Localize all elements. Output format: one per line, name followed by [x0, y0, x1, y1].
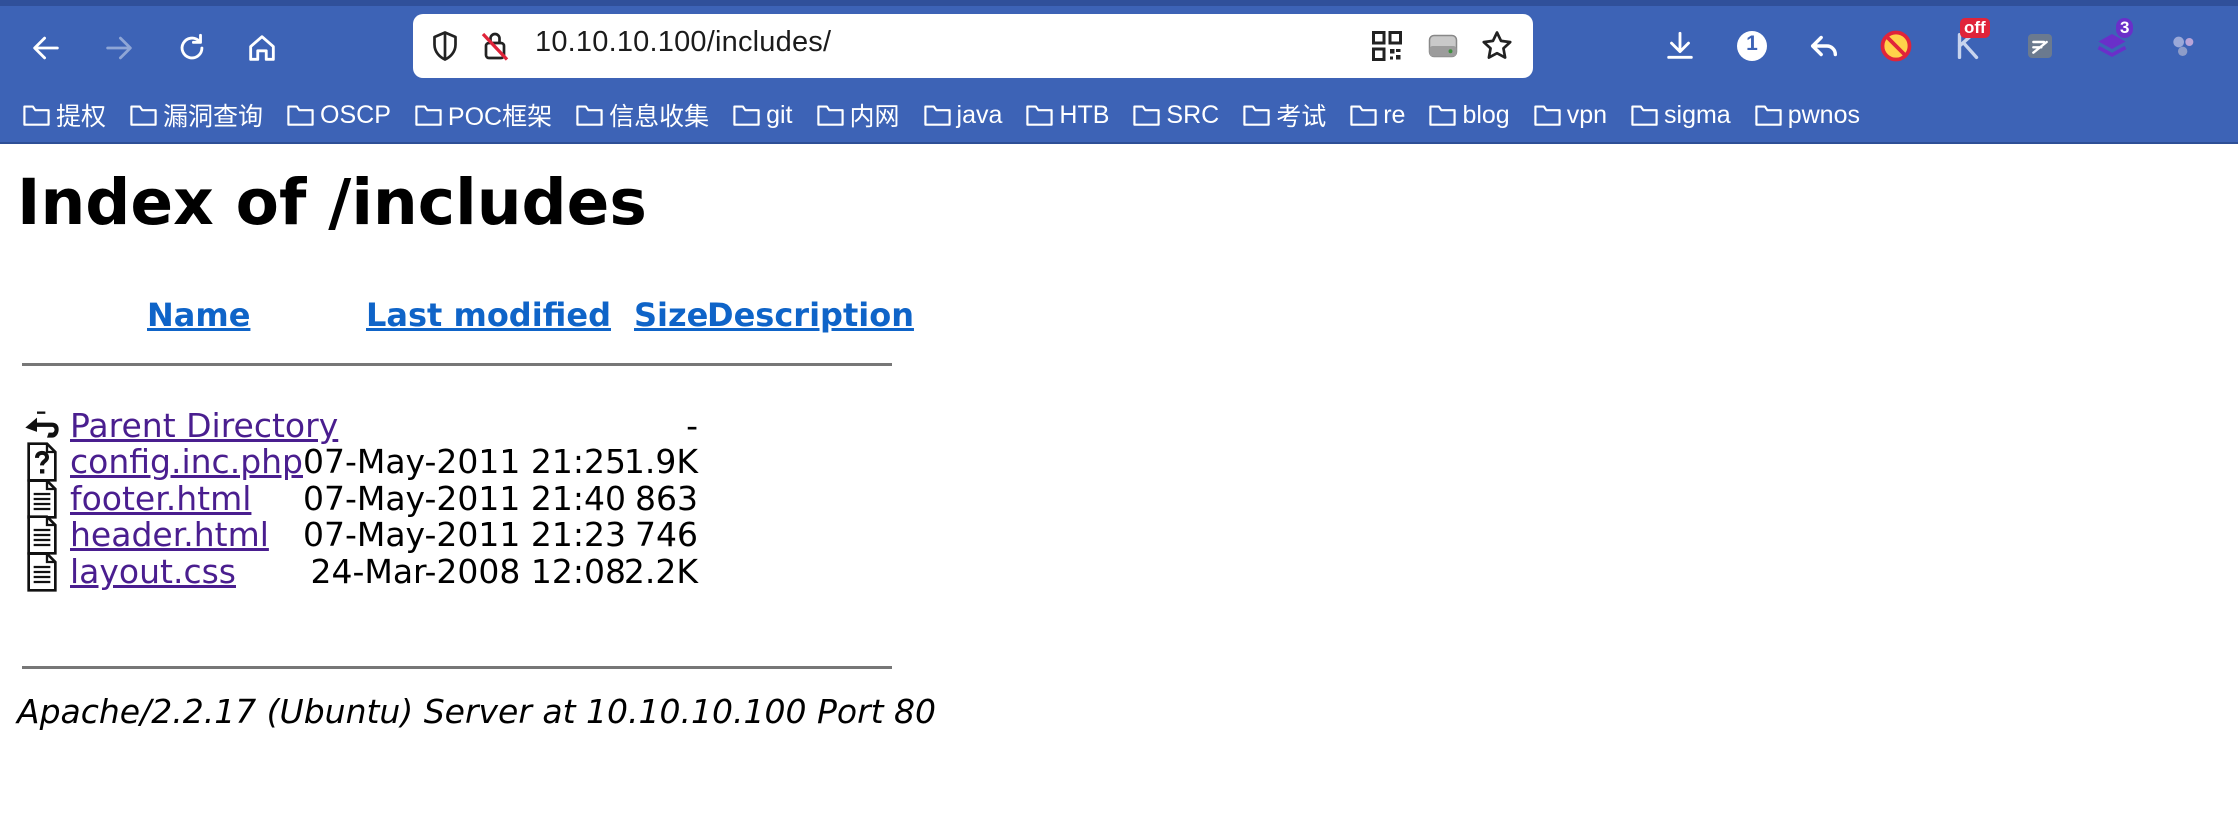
last-modified-cell: 24-Mar-2008 12:08 [310, 552, 626, 591]
bookmark-folder[interactable]: sigma [1630, 95, 1731, 135]
sort-by-name-link[interactable]: Name [147, 296, 250, 334]
folder-icon [816, 105, 844, 126]
size-cell: 2.2K [623, 552, 698, 591]
bookmark-label: re [1383, 100, 1406, 129]
bookmark-folder[interactable]: SRC [1132, 95, 1219, 135]
bookmark-label: java [956, 100, 1003, 129]
text-file-icon [22, 552, 62, 592]
block-extension-button[interactable] [1874, 24, 1918, 68]
page-title: Index of /includes [17, 166, 647, 239]
notes-icon [2028, 34, 2052, 58]
folder-icon [415, 105, 442, 126]
layers-extension-button[interactable]: 3 [2090, 18, 2134, 68]
blocked-sign-icon [1880, 30, 1912, 62]
folder-icon [23, 105, 50, 126]
server-signature: Apache/2.2.17 (Ubuntu) Server at 10.10.1… [17, 692, 937, 731]
window-top-edge [0, 0, 2238, 6]
tracking-protection-shield-icon[interactable] [427, 28, 463, 64]
bookmark-folder[interactable]: 提权 [22, 95, 106, 135]
bookmark-label: POC框架 [447, 103, 553, 131]
proxy-toggle-button[interactable]: off [1946, 18, 1990, 68]
extensions-dots-icon [2173, 36, 2194, 56]
bookmark-label: 内网 [849, 103, 900, 131]
folder-icon [576, 105, 603, 126]
bookmark-label: SRC [1166, 100, 1220, 129]
back-button[interactable] [20, 22, 72, 74]
bookmark-label: blog [1462, 100, 1510, 129]
extensions-menu-button[interactable] [2162, 24, 2206, 68]
download-icon [1667, 31, 1693, 59]
bookmark-label: 信息收集 [609, 103, 710, 131]
folder-icon [130, 105, 157, 126]
folder-icon [1755, 105, 1782, 126]
address-bar[interactable]: 10.10.10.100/includes/ [413, 14, 1533, 78]
bookmark-label: HTB [1059, 100, 1110, 129]
header-divider [22, 363, 892, 366]
reload-icon [180, 33, 204, 60]
extension-counter-button[interactable]: 1 [1730, 24, 1774, 68]
off-badge: off [1960, 18, 1990, 38]
bookmark-folder[interactable]: POC框架 [414, 95, 552, 135]
sort-by-last-modified-link[interactable]: Last modified [366, 296, 611, 334]
bookmark-folder[interactable]: HTB [1025, 95, 1109, 135]
folder-icon [1631, 105, 1658, 126]
folder-icon [733, 105, 760, 126]
folder-icon [1350, 105, 1377, 126]
arrow-right-icon [106, 36, 132, 60]
extension-counter-value: 1 [1746, 32, 1758, 55]
bookmark-label: vpn [1566, 100, 1608, 129]
bookmark-folder[interactable]: OSCP [286, 95, 391, 135]
folder-icon [1429, 105, 1457, 126]
bookmark-label: git [766, 100, 793, 129]
bookmark-star-icon[interactable] [1479, 28, 1515, 64]
table-row: layout.css 24-Mar-2008 12:08 2.2K [22, 548, 902, 596]
bookmark-folder[interactable]: 内网 [816, 95, 900, 135]
bookmark-folder[interactable]: re [1349, 95, 1405, 135]
reload-button[interactable] [166, 22, 218, 74]
undo-extension-button[interactable] [1802, 24, 1846, 68]
browser-toolbar: 10.10.10.100/includes/ 1 off 3 提权 漏洞查询 O… [0, 0, 2238, 144]
bookmark-folder[interactable]: vpn [1533, 95, 1607, 135]
footer-divider [22, 666, 892, 669]
bookmark-folder[interactable]: 漏洞查询 [129, 95, 263, 135]
sort-by-size-link[interactable]: Size [634, 296, 708, 334]
notes-extension-button[interactable] [2018, 24, 2062, 68]
forward-button[interactable] [93, 22, 145, 74]
folder-icon [1534, 105, 1561, 126]
bookmark-folder[interactable]: git [732, 95, 793, 135]
downloads-button[interactable] [1658, 24, 1702, 68]
bookmark-label: sigma [1664, 100, 1731, 129]
bookmark-label: 提权 [56, 103, 107, 131]
bookmark-label: pwnos [1787, 100, 1860, 129]
page-content: Index of /includes Name Last modified Si… [0, 144, 2238, 829]
insecure-lock-icon[interactable] [477, 28, 513, 64]
reply-arrow-icon [1810, 35, 1838, 57]
home-icon [249, 35, 275, 61]
bookmarks-toolbar: 提权 漏洞查询 OSCP POC框架 信息收集 git 内网 java HTB SRC 考试 re bl… [22, 95, 1883, 135]
bookmark-folder[interactable]: 信息收集 [575, 95, 709, 135]
bookmark-label: 漏洞查询 [163, 103, 264, 131]
url-text[interactable]: 10.10.10.100/includes/ [535, 26, 831, 59]
folder-icon [923, 105, 951, 126]
bookmark-folder[interactable]: blog [1428, 95, 1510, 135]
folder-icon [287, 105, 314, 126]
home-button[interactable] [236, 22, 288, 74]
bookmark-folder[interactable]: java [923, 95, 1003, 135]
bookmark-folder[interactable]: 考试 [1242, 95, 1326, 135]
folder-icon [1133, 105, 1161, 126]
bookmark-label: OSCP [320, 100, 391, 129]
file-link[interactable]: layout.css [70, 552, 236, 591]
storage-drive-icon[interactable] [1425, 28, 1461, 64]
folder-icon [1026, 105, 1054, 126]
arrow-left-icon [33, 36, 59, 60]
bookmark-label: 考试 [1276, 103, 1327, 131]
folder-icon [1243, 105, 1270, 126]
qr-code-icon[interactable] [1369, 28, 1405, 64]
layers-count-badge: 3 [2116, 18, 2134, 38]
bookmark-folder[interactable]: pwnos [1754, 95, 1860, 135]
sort-by-description-link[interactable]: Description [707, 296, 914, 334]
